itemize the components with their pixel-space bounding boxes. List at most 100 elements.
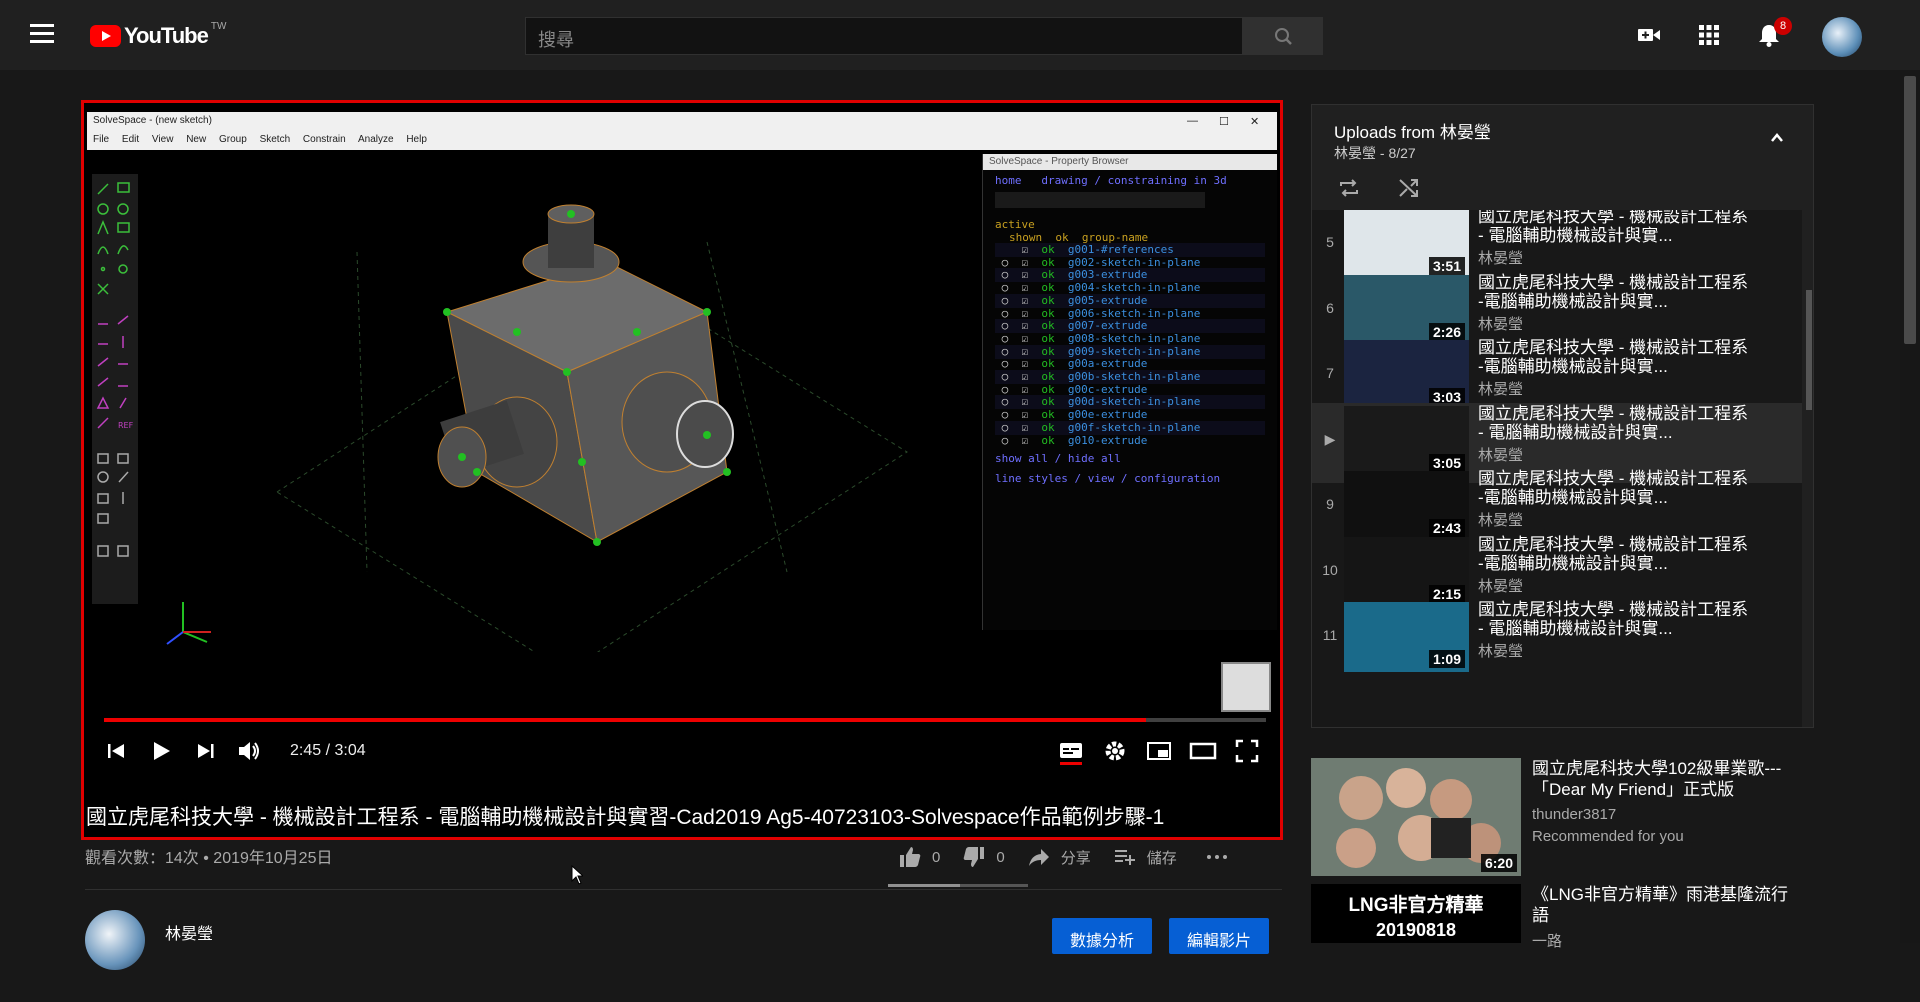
like-button[interactable]: 0 [898, 845, 940, 869]
create-video-icon[interactable] [1636, 22, 1662, 48]
recommended-thumbnail[interactable]: LNG非官方精華 20190818 [1311, 884, 1521, 943]
playlist-item-title[interactable]: 國立虎尾科技大學 - 機械設計工程系 - 電腦輔助機械設計與實... [1478, 404, 1758, 442]
playlist-item-title[interactable]: 國立虎尾科技大學 - 機械設計工程系 -電腦輔助機械設計與實... [1478, 273, 1758, 311]
playlist-title-channel: 林晏瑩 [1439, 123, 1491, 142]
volume-icon[interactable] [232, 734, 266, 768]
playlist-item-channel: 林晏瑩 [1478, 643, 1524, 660]
video-frame[interactable]: SolveSpace - (new sketch) — ☐ ✕ File Edi… [87, 112, 1277, 712]
account-avatar[interactable] [1822, 17, 1862, 57]
fullscreen-icon[interactable] [1230, 734, 1264, 768]
page-scrollbar[interactable] [1900, 70, 1920, 943]
group-row-ok: ok [1041, 357, 1068, 371]
group-name: g007-extrude [1067, 319, 1148, 333]
current-time: 2:45 [290, 742, 322, 759]
previous-icon[interactable] [100, 734, 134, 768]
next-icon[interactable] [188, 734, 222, 768]
playlist-item-thumbnail[interactable]: 1:09 [1344, 602, 1469, 672]
masthead: YouTube TW 搜尋 8 [0, 0, 1920, 70]
playlist-item-index: 11 [1322, 627, 1338, 643]
group-row-markers: ○ ☑ [995, 433, 1042, 447]
recommended-title[interactable]: 國立虎尾科技大學102級畢業歌---「Dear My Friend」正式版 [1532, 758, 1792, 800]
seek-bar[interactable] [104, 718, 1266, 722]
playlist-item-title[interactable]: 國立虎尾科技大學 - 機械設計工程系 - 電腦輔助機械設計與實... [1478, 600, 1758, 638]
miniplayer-icon[interactable] [1142, 734, 1176, 768]
logo-region: TW [210, 21, 227, 32]
search-icon [1275, 28, 1292, 45]
loop-icon[interactable] [1336, 175, 1362, 201]
recommended-channel[interactable]: 一路 [1532, 930, 1562, 951]
playlist-title-prefix: Uploads from [1334, 123, 1440, 142]
playlist-items: 5 3:51 國立虎尾科技大學 - 機械設計工程系 - 電腦輔助機械設計與實... 林… [1312, 210, 1802, 727]
close-icon: ✕ [1250, 116, 1260, 128]
playlist-title[interactable]: Uploads from 林晏瑩 [1334, 118, 1491, 143]
thumbnail-date: 20190818 [1375, 920, 1457, 940]
theater-mode-icon[interactable] [1186, 734, 1220, 768]
playlist-item-thumbnail[interactable]: 2:26 [1344, 274, 1469, 345]
apps-grid-icon[interactable] [1696, 22, 1722, 48]
recommended-title[interactable]: 《LNG非官方精華》雨港基隆流行語 [1532, 884, 1792, 926]
shuffle-icon[interactable] [1396, 175, 1422, 201]
share-label: 分享 [1060, 849, 1091, 867]
playlist-item-title[interactable]: 國立虎尾科技大學 - 機械設計工程系 -電腦輔助機械設計與實... [1478, 338, 1758, 376]
group-name: g00f-sketch-in-plane [1067, 420, 1201, 434]
playlist-item-thumbnail[interactable]: 2:15 [1344, 536, 1469, 607]
playlist-item-index: 7 [1326, 365, 1334, 381]
analytics-button[interactable]: 數據分析 [1052, 918, 1153, 954]
playlist-item-title[interactable]: 國立虎尾科技大學 - 機械設計工程系 -電腦輔助機械設計與實... [1478, 535, 1758, 573]
menu-icon[interactable] [30, 24, 58, 46]
menu-item: Constrain [302, 134, 346, 145]
playlist-item-thumbnail[interactable]: 3:03 [1344, 340, 1469, 410]
group-name: g00a-extrude [1067, 357, 1148, 371]
active-label: active [995, 218, 1035, 231]
playlist-item-thumbnail[interactable]: 3:51 [1344, 210, 1469, 279]
search-input[interactable]: 搜尋 [525, 17, 1243, 55]
share-button[interactable]: 分享 [1027, 845, 1091, 869]
maximize-icon: ☐ [1219, 116, 1229, 128]
playlist-item-title[interactable]: 國立虎尾科技大學 - 機械設計工程系 - 電腦輔助機械設計與實... [1478, 210, 1758, 245]
edit-video-button[interactable]: 編輯影片 [1169, 918, 1270, 954]
page-scrollbar-thumb[interactable] [1904, 76, 1916, 344]
playlist-add-icon [1114, 850, 1135, 865]
youtube-logo[interactable]: YouTube TW [90, 21, 227, 49]
sentiment-bar-fill [888, 884, 960, 887]
save-button[interactable]: 儲存 [1113, 845, 1177, 869]
playlist-item-thumbnail[interactable]: 3:05 [1344, 405, 1469, 476]
dislike-button[interactable]: 0 [962, 845, 1005, 869]
subtitles-icon[interactable] [1054, 734, 1088, 768]
group-name: g006-sketch-in-plane [1067, 306, 1201, 320]
group-row-markers: ○ ☑ [995, 306, 1042, 320]
playlist-scrollbar[interactable] [1806, 290, 1812, 410]
recommended-video[interactable]: LNG非官方精華 20190818 《LNG非官方精華》雨港基隆流行語 一路 [1311, 884, 1791, 1002]
share-icon [1028, 849, 1049, 866]
playlist-item-title[interactable]: 國立虎尾科技大學 - 機械設計工程系 -電腦輔助機械設計與實... [1478, 469, 1758, 507]
group-row-markers: ○ ☑ [995, 395, 1042, 409]
play-icon[interactable] [144, 734, 178, 768]
playlist-item-thumbnail[interactable]: 2:43 [1344, 471, 1469, 541]
playlist-item-index: 9 [1326, 496, 1334, 512]
settings-gear-icon[interactable] [1098, 734, 1132, 768]
group-name: g010-extrude [1067, 433, 1148, 447]
group-row-ok: ok [1041, 255, 1068, 269]
playlist-item[interactable]: 11 1:09 國立虎尾科技大學 - 機械設計工程系 - 電腦輔助機械設計與實...… [1312, 599, 1802, 679]
group-row-ok: ok [1041, 281, 1068, 295]
video-player[interactable]: SolveSpace - (new sketch) — ☐ ✕ File Edi… [81, 100, 1283, 840]
recommended-channel[interactable]: thunder3817 [1532, 806, 1616, 823]
group-name: g00c-extrude [1067, 382, 1148, 396]
channel-name[interactable]: 林晏瑩 [165, 920, 213, 944]
search-button[interactable] [1243, 17, 1323, 55]
playlist-item-index: 10 [1322, 561, 1338, 578]
more-actions-icon[interactable] [1205, 845, 1229, 869]
recommended-video[interactable]: 6:20 國立虎尾科技大學102級畢業歌---「Dear My Friend」正… [1311, 758, 1791, 876]
group-row-ok: ok [1041, 319, 1068, 333]
menu-item: File [93, 134, 110, 145]
channel-avatar[interactable] [85, 910, 145, 970]
recommended-thumbnail[interactable]: 6:20 [1311, 758, 1521, 876]
solvespace-toolbar: REF [92, 174, 138, 604]
playlist-item-channel: 林晏瑩 [1478, 250, 1524, 267]
chevron-up-icon[interactable] [1770, 131, 1784, 145]
playlist-item-index: 5 [1326, 234, 1334, 250]
recommended-note: Recommended for you [1532, 828, 1684, 845]
time-separator: / [321, 742, 335, 759]
nav-line: home drawing / constraining in 3d [995, 174, 1227, 187]
mouse-cursor-icon [571, 865, 583, 885]
